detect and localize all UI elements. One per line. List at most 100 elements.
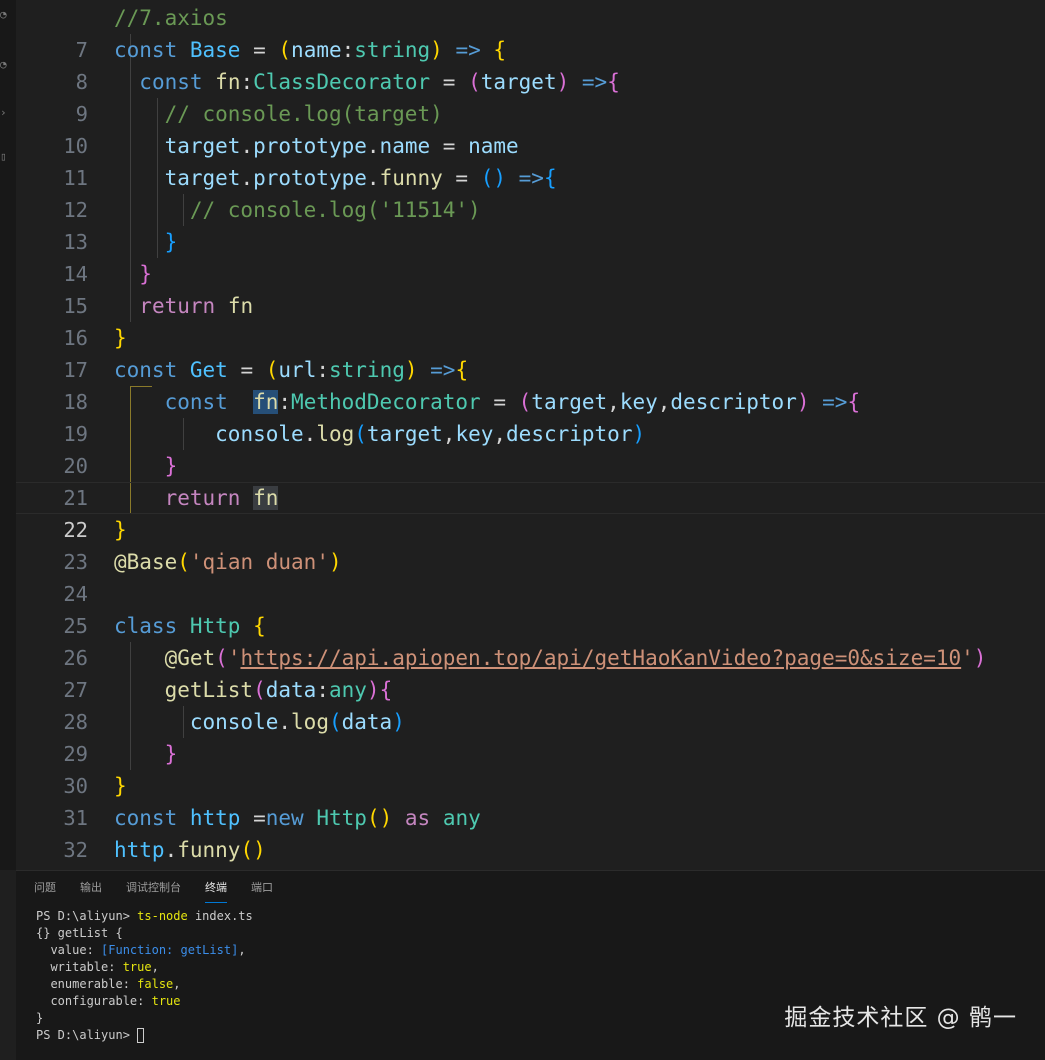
token-decorator: Get [177, 646, 216, 670]
comment: //7.axios [114, 6, 228, 30]
code-line[interactable]: 13 // console.log('11514') [16, 194, 1045, 254]
token-param: target [531, 390, 608, 414]
token-bracket: () [366, 806, 393, 830]
terminal-line: } [36, 1011, 44, 1025]
token-operator: , [657, 390, 671, 414]
token-param: data [265, 678, 317, 702]
code-line[interactable]: 9 const fn:ClassDecorator = (target) =>{ [16, 66, 1045, 126]
code-line[interactable]: 18 const Get = (url:string) =>{ [16, 354, 1045, 414]
code-line[interactable]: 7 //7.axios [16, 2, 1045, 62]
terminal-punct: , [151, 960, 159, 974]
token-bracket: ( [253, 678, 266, 702]
token-keyword: const [139, 70, 203, 94]
code-line[interactable]: 23 } [16, 514, 1045, 574]
code-line[interactable]: 11 target.prototype.name = name [16, 130, 1045, 190]
token-arg: target [366, 422, 443, 446]
url-link[interactable]: https://api.apiopen.top/api/getHaoKanVid… [240, 646, 961, 670]
token-bracket: ( [278, 38, 292, 62]
token-bracket: { [607, 70, 620, 94]
token-decorator: @ [164, 646, 178, 670]
token-operator: . [366, 166, 380, 190]
token-identifier: http [114, 838, 165, 862]
code-line[interactable]: 25 [16, 578, 1045, 638]
code-line[interactable]: 12 target.prototype.funny = () =>{ [16, 162, 1045, 222]
code-line[interactable]: 30 } [16, 738, 1045, 798]
token-method: funny [177, 838, 241, 862]
token-arg: key [455, 422, 494, 446]
token-bracket: } [164, 454, 178, 478]
token-bracket: { [543, 166, 557, 190]
code-line[interactable]: 24 @Base('qian duan') [16, 546, 1045, 606]
tab-ports[interactable]: 端口 [251, 879, 273, 903]
code-line[interactable]: 27 @Get('https://api.apiopen.top/api/get… [16, 642, 1045, 702]
bottom-panel: 问题 输出 调试控制台 终端 端口 PS D:\aliyun> ts-node … [16, 870, 1045, 1060]
activity-icon[interactable]: › [0, 106, 7, 119]
token-operator: = [430, 70, 469, 94]
token-bracket: ( [468, 70, 481, 94]
tab-terminal[interactable]: 终端 [205, 879, 227, 903]
token-bracket: } [114, 774, 127, 798]
code-editor[interactable]: 7 //7.axios 8 const Base = (name:string)… [16, 2, 1045, 870]
terminal-output[interactable]: PS D:\aliyun> ts-node index.ts {} getLis… [36, 908, 253, 1044]
code-line[interactable]: 29 console.log(data) [16, 706, 1045, 766]
activity-bar-edge: ◔ ◔ › ▯ [0, 0, 16, 870]
token-decorator: @ [114, 550, 127, 574]
code-line[interactable]: 28 getList(data:any){ [16, 674, 1045, 734]
tab-debug-console[interactable]: 调试控制台 [126, 879, 181, 903]
token-keyword: as [404, 806, 431, 830]
token-bracket: ( [215, 646, 228, 670]
tab-output[interactable]: 输出 [80, 879, 102, 903]
code-line[interactable]: 14 } [16, 226, 1045, 286]
token-keyword: const [114, 806, 178, 830]
activity-icon[interactable]: ◔ [0, 8, 7, 21]
token-arg: data [341, 710, 393, 734]
token-var: name [468, 134, 519, 158]
watermark: 掘金技术社区 @ 鹘一 [784, 1005, 1017, 1031]
code-line[interactable]: 20 console.log(target,key,descriptor) [16, 418, 1045, 478]
tab-problems[interactable]: 问题 [34, 879, 56, 903]
token-prop: prototype [253, 166, 367, 190]
token-method: log [316, 422, 355, 446]
code-line[interactable]: 15 } [16, 258, 1045, 318]
token-var: console [189, 710, 279, 734]
token-keyword: return [164, 486, 241, 510]
token-param: target [480, 70, 557, 94]
token-bracket: } [114, 326, 127, 350]
token-operator: . [366, 134, 380, 158]
terminal-punct: , [173, 977, 181, 991]
code-line[interactable]: 31 } [16, 770, 1045, 830]
token-operator: , [607, 390, 620, 414]
code-line[interactable]: 10 // console.log(target) [16, 98, 1045, 158]
token-bracket: } [164, 742, 178, 766]
token-param: descriptor [670, 390, 797, 414]
code-line[interactable]: 21 } [16, 450, 1045, 510]
token-bracket: } [164, 230, 178, 254]
code-line[interactable]: 8 const Base = (name:string) => { [16, 34, 1045, 94]
activity-icon[interactable]: ◔ [0, 58, 7, 71]
token-string: ' [227, 646, 241, 670]
token-identifier-highlighted: fn [253, 390, 279, 414]
terminal-cursor[interactable] [137, 1028, 145, 1043]
terminal-key: enumerable: [36, 977, 138, 991]
token-bracket: ) [556, 70, 570, 94]
token-bracket: ( [328, 710, 342, 734]
token-identifier: fn [227, 294, 254, 318]
code-line[interactable]: 32 const http =new Http() as any [16, 802, 1045, 862]
terminal-key: configurable: [36, 994, 152, 1008]
token-var: console [215, 422, 304, 446]
token-bracket: () [480, 166, 506, 190]
token-operator: . [164, 838, 178, 862]
token-bracket: ) [392, 710, 405, 734]
code-line[interactable]: 26 class Http { [16, 610, 1045, 670]
code-line-current[interactable]: 22 return fn [16, 482, 1045, 542]
code-line[interactable]: 17 } [16, 322, 1045, 382]
token-operator: : [316, 358, 329, 382]
activity-icon[interactable]: ▯ [0, 150, 7, 163]
code-line[interactable]: 16 return fn [16, 290, 1045, 350]
token-keyword: const [164, 390, 228, 414]
token-bracket: ) [796, 390, 810, 414]
token-operator: : [240, 70, 254, 94]
code-line[interactable]: 19 const fn:MethodDecorator = (target,ke… [16, 386, 1045, 446]
code-line[interactable]: 33 http.funny() [16, 834, 1045, 866]
terminal-value: [Function: getList] [101, 943, 239, 957]
